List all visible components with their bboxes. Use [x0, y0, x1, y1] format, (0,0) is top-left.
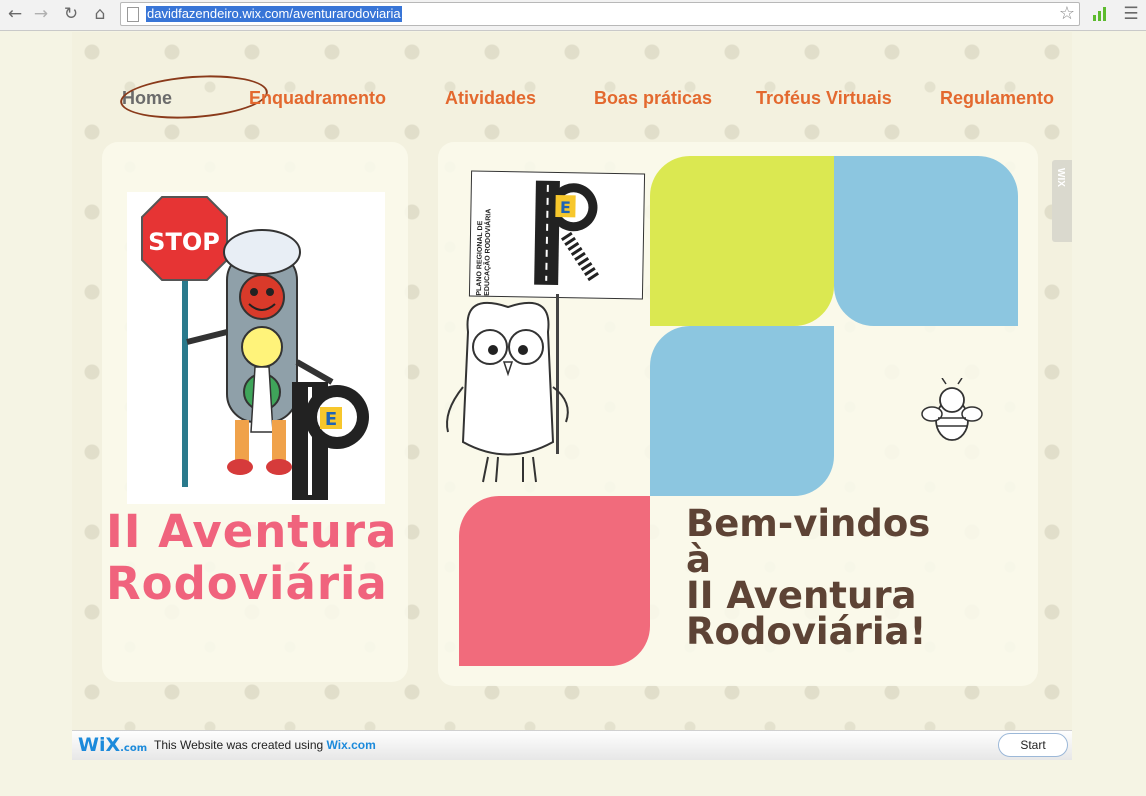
nav-item-boas-praticas[interactable]: Boas práticas [594, 88, 712, 109]
prer-logo: E [534, 180, 601, 286]
nav-label: Regulamento [940, 88, 1055, 108]
wix-ad-text: This Website was created using Wix.com [154, 738, 376, 752]
nav-item-home[interactable]: Home [118, 70, 270, 124]
forward-icon[interactable]: → [30, 3, 52, 25]
side-tab-label: WIX [1055, 168, 1066, 187]
welcome-heading: Bem-vindos à II Aventura Rodoviária! [686, 502, 1026, 653]
signal-extension-icon[interactable] [1092, 6, 1108, 22]
home-icon[interactable]: ⌂ [89, 3, 111, 25]
back-icon[interactable]: ← [4, 3, 26, 25]
wix-ad-bar: WiX.com This Website was created using W… [72, 730, 1072, 760]
website: Home Enquadramento Atividades Boas práti… [72, 32, 1072, 732]
hero-title-line2: Rodoviária [106, 557, 388, 610]
address-bar[interactable]: davidfazendeiro.wix.com/aventurarodoviar… [120, 2, 1080, 26]
mascot-logo-letter: E [325, 409, 337, 430]
nav-label: Troféus Virtuais [756, 88, 892, 108]
sign-text: PLANO REGIONAL DE EDUCAÇÃO RODOVIÁRIA [475, 208, 493, 296]
blue-petal-bottom [650, 326, 834, 496]
blue-petal-top [834, 156, 1018, 326]
reload-icon[interactable]: ↻ [60, 3, 82, 25]
browser-toolbar: ← → ↻ ⌂ davidfazendeiro.wix.com/aventura… [0, 0, 1146, 31]
nav-label: Boas práticas [594, 88, 713, 108]
traffic-light-mascot-image: STOP E [127, 192, 385, 504]
welcome-line3: II Aventura [686, 574, 917, 617]
welcome-line4: Rodoviária! [686, 610, 927, 653]
main-nav: Home Enquadramento Atividades Boas práti… [72, 70, 1072, 124]
nav-item-enquadramento[interactable]: Enquadramento [249, 88, 386, 109]
wix-side-tab[interactable]: WIX [1052, 160, 1072, 242]
stop-sign-text: STOP [148, 228, 220, 256]
nav-item-atividades[interactable]: Atividades [445, 88, 536, 109]
menu-icon[interactable]: ☰ [1120, 3, 1142, 25]
hero-title: II Aventura Rodoviária [106, 506, 397, 610]
logo-letter: E [560, 198, 571, 217]
nav-item-trofeus-virtuais[interactable]: Troféus Virtuais [756, 88, 892, 109]
logo-sign: PLANO REGIONAL DE EDUCAÇÃO RODOVIÁRIA E [468, 170, 646, 300]
welcome-line1: Bem-vindos [686, 502, 931, 545]
nav-item-regulamento[interactable]: Regulamento [940, 88, 1054, 109]
bee-illustration [921, 378, 983, 441]
start-button[interactable]: Start [998, 733, 1068, 757]
nav-label: Enquadramento [249, 88, 387, 108]
green-petal [650, 156, 834, 326]
bookmark-star-icon[interactable]: ☆ [1059, 3, 1075, 24]
wix-logo[interactable]: WiX.com [78, 734, 147, 756]
wix-ad-message: This Website was created using [154, 738, 324, 752]
owl-illustration [446, 302, 569, 483]
pink-petal [459, 496, 650, 666]
wix-link[interactable]: Wix.com [327, 738, 376, 752]
welcome-line2: à [686, 538, 711, 581]
hero-title-line1: II Aventura [106, 505, 398, 558]
url-text[interactable]: davidfazendeiro.wix.com/aventurarodoviar… [146, 6, 402, 22]
nav-label: Atividades [445, 88, 537, 108]
page-icon [127, 7, 139, 22]
